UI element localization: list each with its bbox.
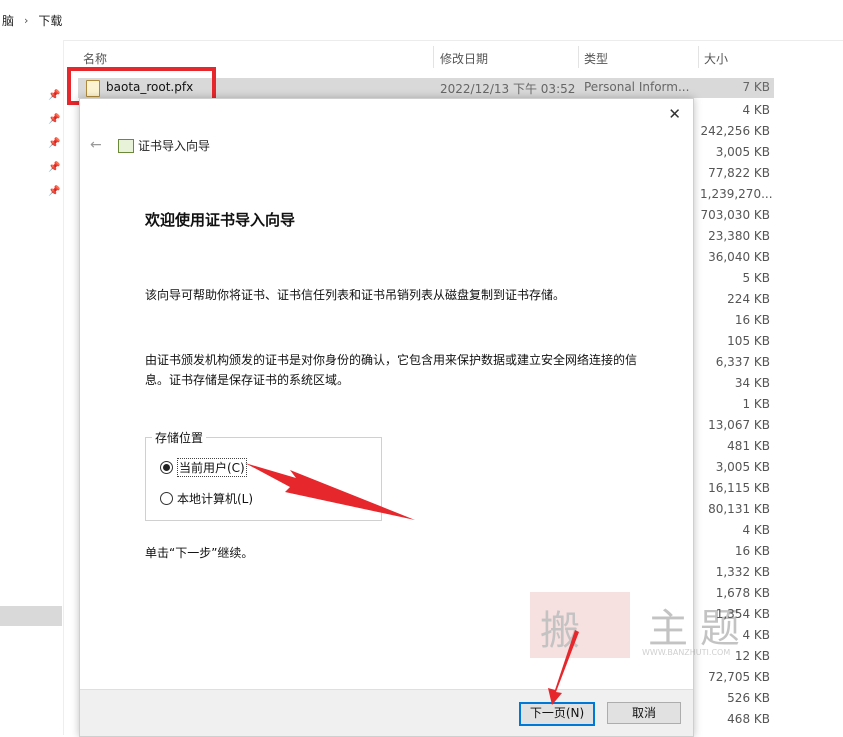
annotation-arrow xyxy=(245,463,415,520)
annotation-arrow xyxy=(548,630,579,705)
annotation-arrows xyxy=(245,463,579,705)
